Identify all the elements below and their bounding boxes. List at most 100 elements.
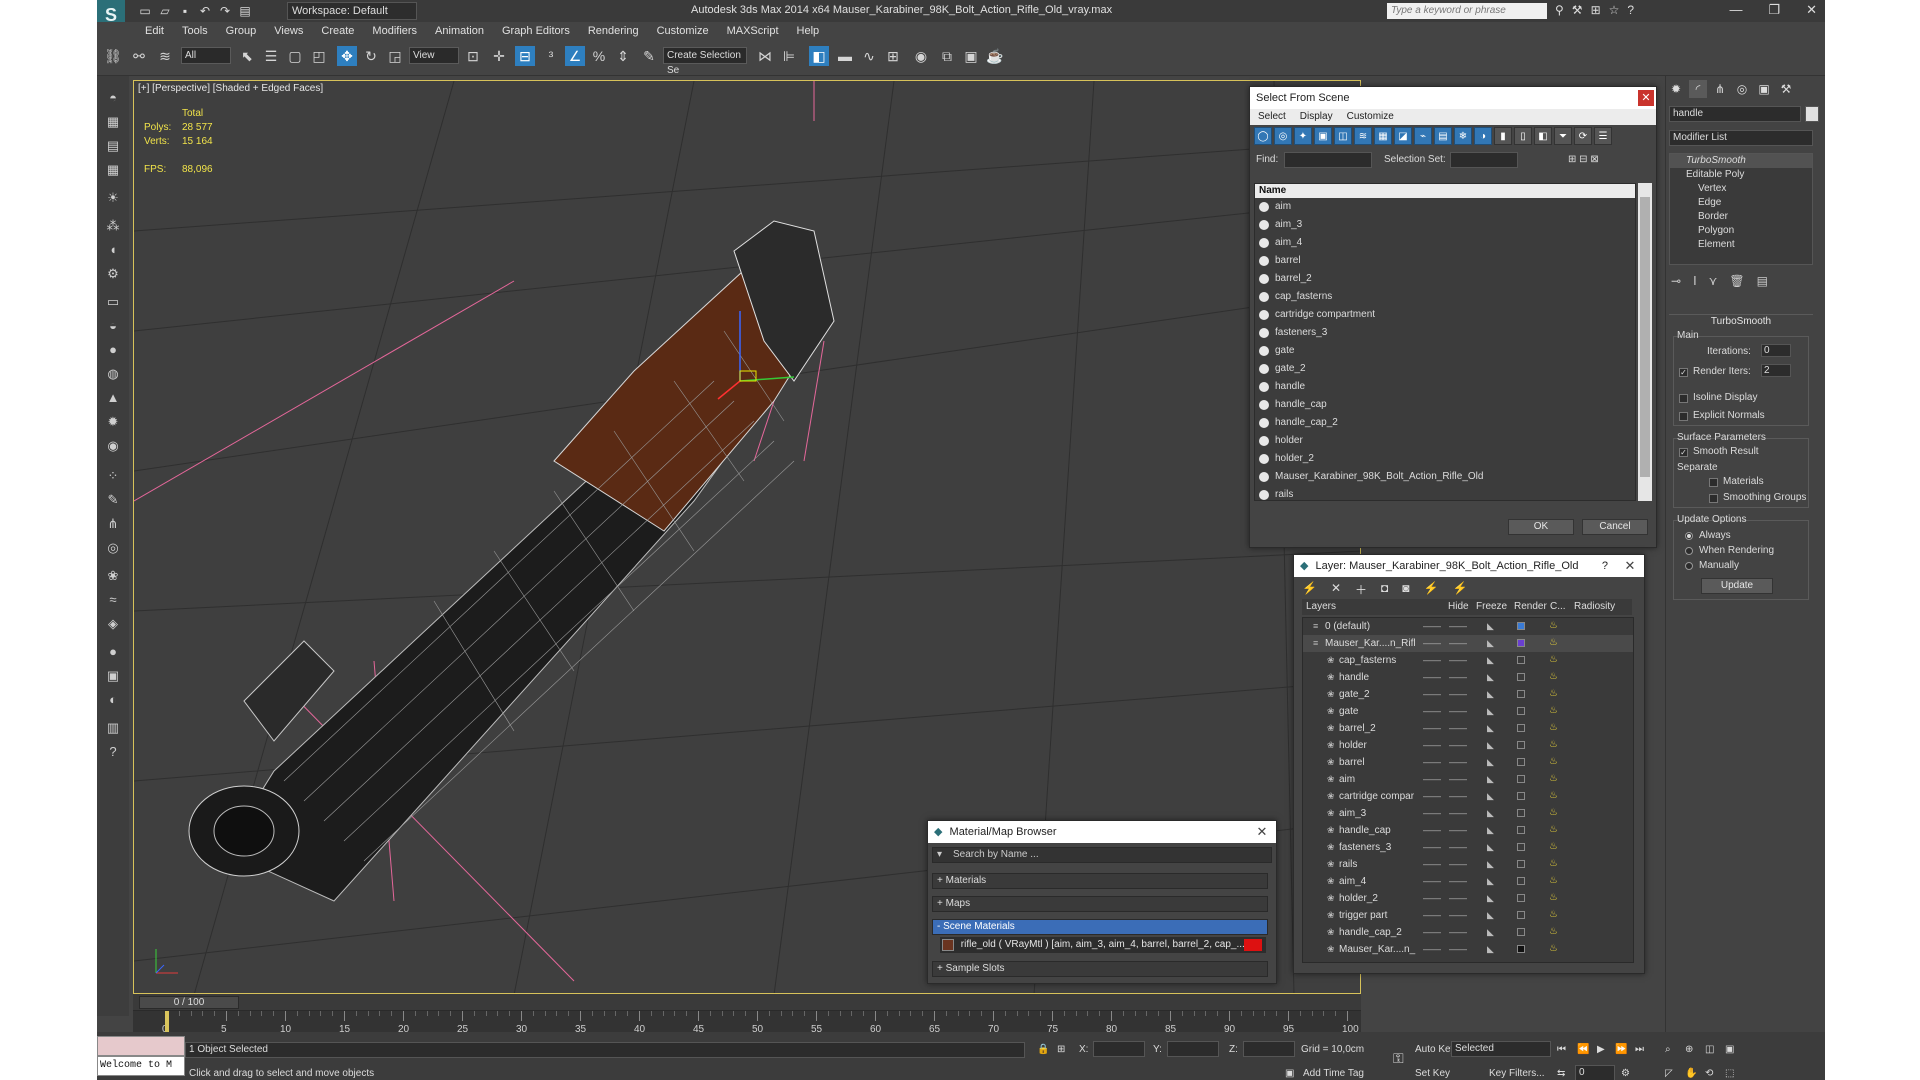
- hide-toggle-icon[interactable]: ——: [1423, 805, 1441, 822]
- turbosmooth-rollout-header[interactable]: TurboSmooth: [1669, 314, 1813, 328]
- select-from-scene-title-bar[interactable]: Select From Scene ✕: [1250, 87, 1656, 109]
- zoom-extents-icon[interactable]: ◫: [1705, 1044, 1714, 1055]
- zoom-all-icon[interactable]: ⊕: [1685, 1044, 1693, 1055]
- browser-search-input[interactable]: Search by Name ...: [953, 849, 1039, 860]
- iterations-spinner[interactable]: 0: [1761, 344, 1791, 357]
- remove-modifier-icon[interactable]: 🗑: [1729, 274, 1744, 288]
- sfs-menu-display[interactable]: Display: [1300, 109, 1333, 125]
- curve-editor-icon[interactable]: ∿: [859, 46, 879, 66]
- render-toggle-icon[interactable]: ◣: [1487, 941, 1494, 958]
- freeze-toggle-icon[interactable]: ——: [1449, 737, 1467, 754]
- key-mode-dropdown[interactable]: Selected: [1451, 1041, 1551, 1057]
- box-icon[interactable]: ▭: [103, 292, 123, 312]
- render-toggle-icon[interactable]: ◣: [1487, 822, 1494, 839]
- schematic-view-icon[interactable]: ⊞: [883, 46, 903, 66]
- layer-color-swatch[interactable]: [1517, 741, 1525, 749]
- layer-row[interactable]: ❀ Mauser_Kar....n_ —— —— ◣ ♨: [1303, 941, 1633, 958]
- system-icon[interactable]: ⚙: [103, 264, 123, 284]
- scene-object-list[interactable]: Name aim aim_3 aim_4 barrel barrel_2 cap…: [1254, 183, 1636, 501]
- cloth-icon[interactable]: ◈: [103, 614, 123, 634]
- radiosity-icon[interactable]: ♨: [1549, 689, 1559, 699]
- list-item[interactable]: fasteners_3: [1255, 324, 1635, 342]
- material-browser-title-bar[interactable]: ◆ Material/Map Browser ✕: [928, 821, 1276, 843]
- utility-icon[interactable]: ▥: [103, 718, 123, 738]
- show-end-result-icon[interactable]: Ⅰ: [1693, 274, 1697, 288]
- list-item[interactable]: gate: [1255, 342, 1635, 360]
- list-item[interactable]: rails: [1255, 486, 1635, 504]
- select-in-layer-icon[interactable]: ◘: [1381, 581, 1388, 598]
- z-coord-field[interactable]: [1243, 1041, 1295, 1057]
- radiosity-icon[interactable]: ♨: [1549, 876, 1559, 886]
- sun-icon[interactable]: ✹: [103, 412, 123, 432]
- display-bones-icon[interactable]: ⌁: [1414, 127, 1432, 145]
- goto-end-icon[interactable]: ⏭: [1635, 1044, 1644, 1055]
- radiosity-icon[interactable]: ♨: [1549, 927, 1559, 937]
- object-name-input[interactable]: handle: [1669, 106, 1801, 122]
- radiosity-icon[interactable]: ♨: [1549, 723, 1559, 733]
- radiosity-icon[interactable]: ♨: [1549, 910, 1559, 920]
- window-crossing-icon[interactable]: ◰: [309, 46, 329, 66]
- freeze-toggle-icon[interactable]: ——: [1449, 618, 1467, 635]
- radiosity-icon[interactable]: ♨: [1549, 740, 1559, 750]
- unlink-icon[interactable]: ⚯: [129, 46, 149, 66]
- render-toggle-icon[interactable]: ◣: [1487, 618, 1494, 635]
- selection-set-dropdown[interactable]: [1450, 152, 1518, 168]
- undo-icon[interactable]: ↶: [197, 3, 213, 19]
- stack-item-vertex[interactable]: Vertex: [1670, 182, 1812, 196]
- layer-row[interactable]: ❀ handle_cap —— —— ◣ ♨: [1303, 822, 1633, 839]
- col-freeze[interactable]: Freeze: [1476, 601, 1507, 612]
- viewport-label[interactable]: [+] [Perspective] [Shaded + Edged Faces]: [138, 83, 323, 94]
- modifier-list-dropdown[interactable]: Modifier List: [1669, 130, 1813, 146]
- modifier-stack[interactable]: TurboSmooth Editable Poly Vertex Edge Bo…: [1669, 153, 1813, 265]
- maximize-icon[interactable]: ❐: [1768, 2, 1780, 18]
- fov-icon[interactable]: ◸: [1665, 1068, 1673, 1079]
- freeze-toggle-icon[interactable]: ——: [1449, 839, 1467, 856]
- layer-row[interactable]: ❀ holder_2 —— —— ◣ ♨: [1303, 890, 1633, 907]
- stack-item-element[interactable]: Element: [1670, 238, 1812, 252]
- highlight-layer-icon[interactable]: ◙: [1402, 581, 1409, 598]
- rifle-model[interactable]: [188, 220, 835, 902]
- col-hide[interactable]: Hide: [1448, 601, 1469, 612]
- layer-color-swatch[interactable]: [1517, 928, 1525, 936]
- col-layers[interactable]: Layers: [1306, 601, 1336, 612]
- hide-toggle-icon[interactable]: ——: [1423, 941, 1441, 958]
- hierarchy-icon[interactable]: ⋔: [103, 514, 123, 534]
- manually-radio[interactable]: [1685, 562, 1693, 570]
- list-item[interactable]: cartridge compartment: [1255, 306, 1635, 324]
- freeze-toggle-icon[interactable]: ——: [1449, 686, 1467, 703]
- sample-slots-section[interactable]: + Sample Slots: [932, 961, 1268, 977]
- modify-tab-icon[interactable]: ◜: [1689, 80, 1707, 98]
- list-item[interactable]: cap_fasterns: [1255, 288, 1635, 306]
- select-move-icon[interactable]: ✥: [337, 46, 357, 66]
- scrollbar-thumb[interactable]: [1640, 197, 1650, 477]
- hair-icon[interactable]: ≈: [103, 590, 123, 610]
- hide-toggle-icon[interactable]: ——: [1423, 890, 1441, 907]
- render-toggle-icon[interactable]: ◣: [1487, 686, 1494, 703]
- plant-icon[interactable]: ❀: [103, 566, 123, 586]
- angle-snap-icon[interactable]: ∠: [565, 46, 585, 66]
- display-hidden-icon[interactable]: ◑: [1474, 127, 1492, 145]
- layer-row[interactable]: ≡ 0 (default) —— —— ◣ ♨: [1303, 618, 1633, 635]
- column-header-name[interactable]: Name: [1255, 184, 1635, 198]
- torus-icon[interactable]: ◍: [103, 364, 123, 384]
- pan-icon[interactable]: ✋: [1685, 1068, 1697, 1079]
- layer-row[interactable]: ❀ aim —— —— ◣ ♨: [1303, 771, 1633, 788]
- display-groups-icon[interactable]: ▦: [1374, 127, 1392, 145]
- radiosity-icon[interactable]: ♨: [1549, 621, 1559, 631]
- layer-row[interactable]: ❀ aim_4 —— —— ◣ ♨: [1303, 873, 1633, 890]
- hide-toggle-icon[interactable]: ——: [1423, 822, 1441, 839]
- key-icon[interactable]: ⚿: [1393, 1050, 1404, 1067]
- render-toggle-icon[interactable]: ◣: [1487, 788, 1494, 805]
- sfs-menu-select[interactable]: Select: [1258, 109, 1286, 125]
- layer-row[interactable]: ❀ cartridge compar —— —— ◣ ♨: [1303, 788, 1633, 805]
- layer-row[interactable]: ❀ gate_2 —— —— ◣ ♨: [1303, 686, 1633, 703]
- stack-item-editable-poly[interactable]: Editable Poly: [1670, 168, 1812, 182]
- layer-color-swatch[interactable]: [1517, 911, 1525, 919]
- key-mode-icon[interactable]: ⇆: [1557, 1068, 1565, 1079]
- layer-explorer-icon[interactable]: ◧: [809, 46, 829, 66]
- layer-row[interactable]: ❀ barrel —— —— ◣ ♨: [1303, 754, 1633, 771]
- paint-icon[interactable]: ✎: [103, 490, 123, 510]
- align-icon[interactable]: ⊫: [779, 46, 799, 66]
- list-icon[interactable]: ▤: [103, 136, 123, 156]
- render-toggle-icon[interactable]: ◣: [1487, 771, 1494, 788]
